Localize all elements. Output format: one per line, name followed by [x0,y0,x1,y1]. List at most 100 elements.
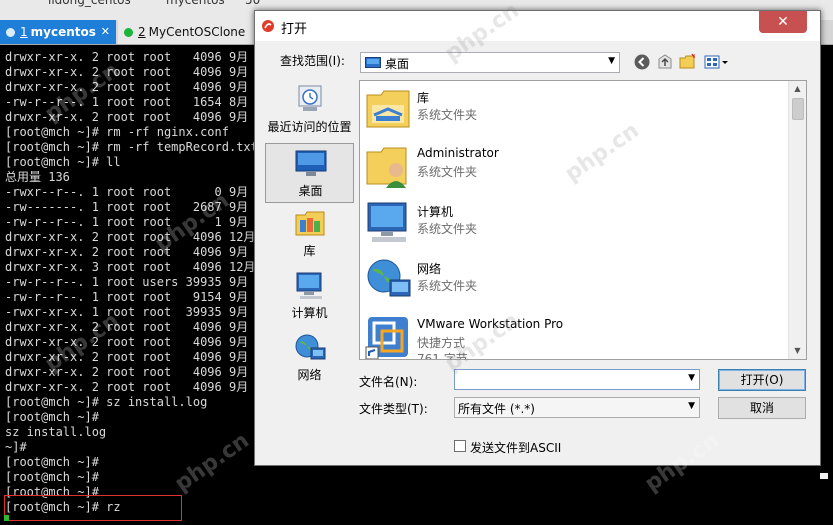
open-button[interactable]: 打开(O) [718,369,806,391]
places-bar: 最近访问的位置 桌面 库 计算机 网络 [265,80,354,382]
tab-label: mycentos [30,25,96,39]
terminal-line: drwxr-xr-x. 2 root root 4096 12月 [5,230,256,244]
place-computer[interactable]: 计算机 [265,266,354,326]
file-type: 系统文件夹 [417,165,478,179]
window-tab[interactable]: mycentos [166,0,225,7]
terminal-line: [root@mch ~]# rm -rf tempRecord.txt [5,140,258,154]
place-library[interactable]: 库 [265,204,354,264]
file-type: 系统文件夹 [417,279,478,293]
file-list[interactable]: 库 系统文件夹 Administrator 系统文件夹 计算机 系统文件夹 网络… [359,80,807,360]
file-name: 库 [417,91,430,105]
terminal-line: drwxr-xr-x. 2 root root 4096 9月 [5,110,249,124]
terminal-line: 总用量 136 [5,170,70,184]
place-label: 计算机 [291,306,328,320]
filetype-select[interactable]: 所有文件 (*.*) ▼ [454,397,700,418]
session-status-icon [6,28,15,37]
scroll-up-icon[interactable]: ▲ [789,81,806,97]
terminal-line: drwxr-xr-x. 2 root root 4096 9月 [5,65,249,79]
file-list-scrollbar[interactable]: ▲ ▼ [788,81,806,359]
tab-mycentosclone[interactable]: 2 MyCentOSClone [118,20,258,44]
file-type: 系统文件夹 [417,222,478,236]
terminal-line: -rw-r--r--. 1 root root 9154 9月 [5,290,249,304]
terminal-line: [root@mch ~]# sz install.log [5,395,208,409]
place-label: 库 [303,244,316,258]
user-folder-icon [366,147,407,188]
filetype-value: 所有文件 (*.*) [458,402,535,416]
lookin-label: 查找范围(I): [280,54,345,68]
terminal-line: drwxr-xr-x. 2 root root 4096 9月 [5,335,249,349]
library-icon [295,211,325,236]
terminal-line: -rwxr-xr-x. 1 root root 39935 9月 [5,305,249,319]
filename-label: 文件名(N): [359,375,418,389]
dialog-title: 打开 [281,22,308,37]
network-icon [295,334,326,360]
chevron-down-icon: ▼ [608,56,615,66]
list-item[interactable]: 计算机 系统文件夹 [360,197,790,253]
view-menu-icon[interactable] [704,53,730,71]
terminal-line: ~]# [5,440,27,454]
tab-number: 1 [20,25,28,39]
network-icon [367,259,411,297]
file-name: 计算机 [417,205,454,219]
file-name: 网络 [417,262,442,276]
place-desktop[interactable]: 桌面 [265,143,354,203]
list-item[interactable]: 库 系统文件夹 [360,83,790,139]
computer-icon [296,272,322,299]
window-tab[interactable]: lidong_centos [48,0,131,7]
tab-label: MyCentOSClone [148,25,246,39]
terminal-line: drwxr-xr-x. 2 root root 4096 9月 [5,380,249,394]
list-item[interactable]: VMware Workstation Pro 快捷方式 761 字节 [360,311,790,359]
library-folder-icon [366,90,410,128]
scroll-down-icon[interactable]: ▼ [789,343,806,359]
desktop-icon [295,150,327,176]
tab-mycentos[interactable]: 1 mycentos ✕ [0,20,116,44]
terminal-line: drwxr-xr-x. 2 root root 4096 9月 [5,245,249,259]
terminal-line: drwxr-xr-x. 2 root root 4096 9月 [5,320,249,334]
terminal-line: [root@mch ~]# ll [5,155,121,169]
dialog-titlebar[interactable]: 打开 ✕ [255,11,820,41]
place-recent[interactable]: 最近访问的位置 [265,80,354,140]
terminal-line: drwxr-xr-x. 2 root root 4096 9月 [5,80,249,94]
file-type: 系统文件夹 [417,108,478,122]
app-icon [262,20,274,32]
terminal-cursor [820,473,828,479]
terminal-line: drwxr-xr-x. 2 root root 4096 9月 [5,365,249,379]
send-ascii-checkbox[interactable] [454,440,466,452]
cursor-marker [4,515,9,521]
chevron-down-icon[interactable]: ▼ [688,373,695,383]
terminal-line: drwxr-xr-x. 2 root root 4096 9月 [5,50,249,64]
lookin-select[interactable]: 桌面 ▼ [360,52,620,73]
tab-number: 2 [138,25,146,39]
place-label: 网络 [297,368,322,382]
file-name: Administrator [417,146,499,160]
terminal-line: [root@mch ~]# [5,470,99,484]
filename-input[interactable]: ▼ [454,369,700,390]
list-item[interactable]: 网络 系统文件夹 [360,254,790,310]
send-ascii-label[interactable]: 发送文件到ASCII [470,439,561,456]
new-folder-icon[interactable] [679,53,697,71]
place-network[interactable]: 网络 [265,328,354,388]
terminal-line: sz install.log [5,425,107,439]
recent-places-icon [298,85,322,111]
scroll-thumb[interactable] [792,98,804,120]
lookin-value: 桌面 [385,57,410,71]
computer-icon [367,202,407,242]
rz-command-highlight [4,495,182,521]
close-button[interactable]: ✕ [759,11,807,33]
terminal-line: [root@mch ~]# [5,455,99,469]
open-file-dialog: 打开 ✕ 查找范围(I): 桌面 ▼ 最近访问的位置 桌面 库 计算机 网络 库… [254,10,821,466]
place-label: 最近访问的位置 [267,120,352,134]
terminal-line: [root@mch ~]# [5,410,99,424]
cancel-button[interactable]: 取消 [718,397,806,419]
tab-close-icon[interactable]: ✕ [101,20,110,44]
up-folder-icon[interactable] [656,53,674,71]
terminal-line: -rw-r--r--. 1 root users 39935 9月 [5,275,249,289]
place-label: 桌面 [298,184,323,198]
back-icon[interactable] [633,53,651,71]
terminal-line: drwxr-xr-x. 3 root root 4096 12月 [5,260,256,274]
session-status-icon [124,28,133,37]
desktop-icon [365,57,381,68]
terminal-line: [root@mch ~]# rm -rf nginx.conf [5,125,229,139]
window-tab[interactable]: 50 [245,0,260,7]
vmware-shortcut-icon [365,317,408,359]
